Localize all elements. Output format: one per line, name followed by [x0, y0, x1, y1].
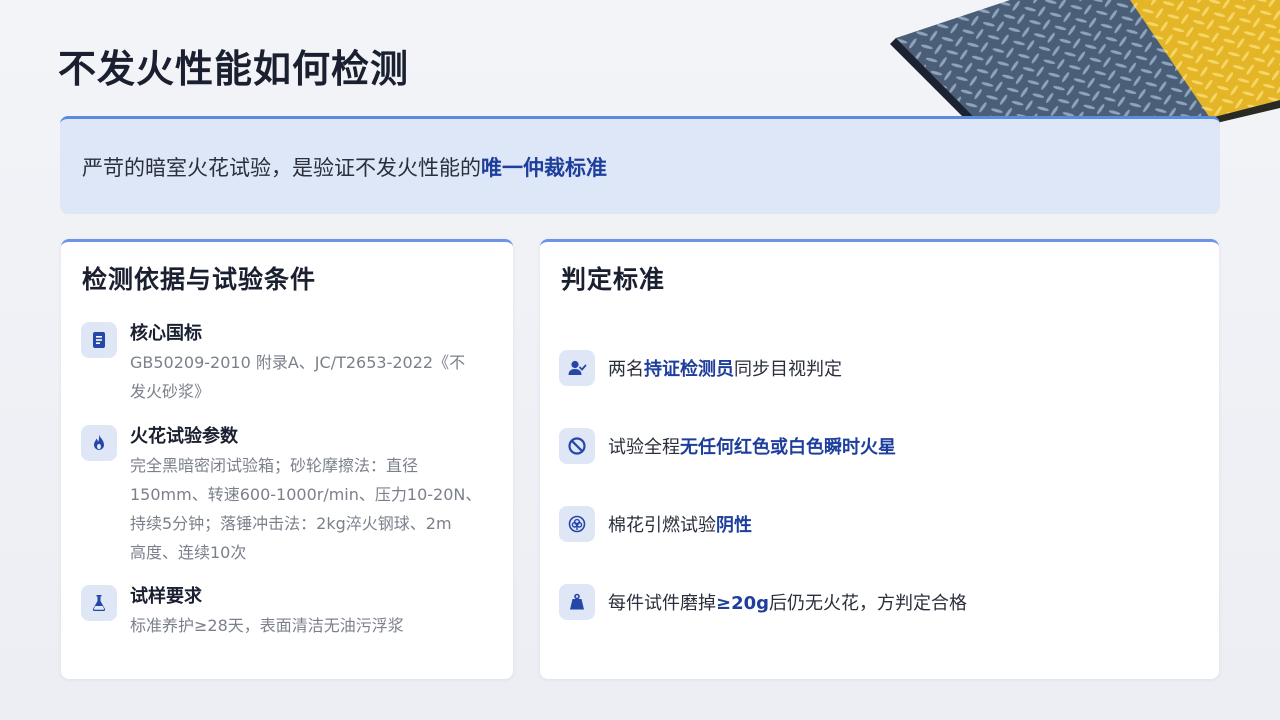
- page-title: 不发火性能如何检测: [58, 47, 410, 91]
- desc-line: 发火砂浆》: [130, 382, 211, 401]
- item-desc: 标准养护≥28天，表面清洁无油污浮浆: [130, 611, 404, 640]
- criterion-item: 两名持证检测员同步目视判定: [559, 350, 842, 386]
- desc-line: GB50209-2010 附录A、JC/T2653-2022《不: [130, 353, 466, 372]
- weight-icon: [559, 584, 595, 620]
- criterion-item: 棉花引燃试验阴性: [559, 506, 752, 542]
- list-item: 核心国标 GB50209-2010 附录A、JC/T2653-2022《不 发火…: [81, 322, 501, 406]
- key-message-banner: 严苛的暗室火花试验，是验证不发火性能的 唯一仲裁标准: [60, 116, 1220, 214]
- user-check-icon: [559, 350, 595, 386]
- flask-icon: [81, 585, 117, 621]
- desc-line: 持续5分钟；落锤冲击法：2kg淬火钢球、2m: [130, 514, 452, 533]
- slide: 不发火性能如何检测 严苛的暗室火花试验，是验证不发火性能的 唯一仲裁标准 检测依据…: [0, 0, 1280, 720]
- item-desc: 完全黑暗密闭试验箱；砂轮摩擦法：直径 150mm、转速600-1000r/min…: [130, 451, 481, 567]
- cotton-icon: [559, 506, 595, 542]
- desc-line: 150mm、转速600-1000r/min、压力10-20N、: [130, 485, 482, 504]
- item-title: 试样要求: [130, 586, 202, 607]
- book-icon: [81, 322, 117, 358]
- card-heading: 检测依据与试验条件: [82, 265, 317, 294]
- criterion-text: 每件试件磨掉≥20g后仍无火花，方判定合格: [608, 593, 968, 614]
- criterion-text: 两名持证检测员同步目视判定: [608, 359, 842, 380]
- judgment-criteria-card: 判定标准 两名持证检测员同步目视判定 试验全程无任何红色或白色瞬时火星 棉花引燃…: [540, 239, 1219, 679]
- banner-text: 严苛的暗室火花试验，是验证不发火性能的: [82, 155, 481, 180]
- desc-line: 完全黑暗密闭试验箱；砂轮摩擦法：直径: [130, 456, 419, 475]
- banner-highlight: 唯一仲裁标准: [481, 155, 607, 180]
- ban-icon: [559, 428, 595, 464]
- item-title: 火花试验参数: [130, 426, 238, 447]
- desc-line: 高度、连续10次: [130, 543, 247, 562]
- desc-line: 标准养护≥28天，表面清洁无油污浮浆: [130, 616, 404, 635]
- item-title: 核心国标: [130, 323, 202, 344]
- criterion-text: 试验全程无任何红色或白色瞬时火星: [608, 437, 896, 458]
- criterion-item: 试验全程无任何红色或白色瞬时火星: [559, 428, 896, 464]
- item-desc: GB50209-2010 附录A、JC/T2653-2022《不 发火砂浆》: [130, 348, 465, 406]
- basis-conditions-card: 检测依据与试验条件 核心国标 GB50209-2010 附录A、JC/T2653…: [61, 239, 513, 679]
- criterion-item: 每件试件磨掉≥20g后仍无火花，方判定合格: [559, 584, 967, 620]
- tread-plate-image: [880, 0, 1280, 125]
- list-item: 试样要求 标准养护≥28天，表面清洁无油污浮浆: [81, 585, 501, 640]
- list-item: 火花试验参数 完全黑暗密闭试验箱；砂轮摩擦法：直径 150mm、转速600-10…: [81, 425, 501, 567]
- card-heading: 判定标准: [561, 265, 666, 294]
- fire-icon: [81, 425, 117, 461]
- criterion-text: 棉花引燃试验阴性: [608, 515, 752, 536]
